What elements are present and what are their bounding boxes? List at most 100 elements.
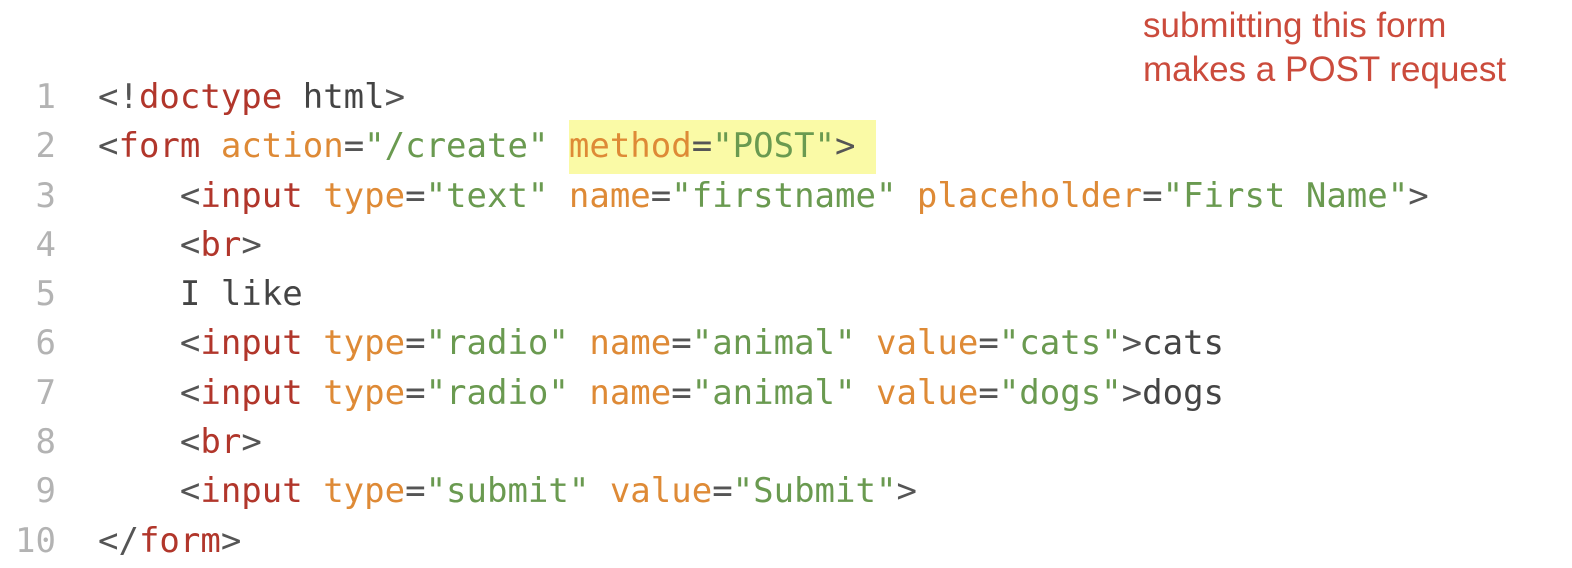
code-token: "firstname" [671,175,897,216]
code-token: "POST" [712,126,836,167]
line-number: 1 [35,77,56,117]
code-token: > [1408,175,1429,216]
code-line: 6 <input type="radio" name="animal" valu… [0,319,1572,368]
code-text: </form> [98,521,241,561]
code-text: <input type="text" name="firstname" plac… [98,176,1429,216]
code-token: > [241,422,262,463]
code-line: 3 <input type="text" name="firstname" pl… [0,172,1572,221]
code-token: placeholder [916,175,1143,216]
code-token: > [835,126,856,167]
code-token: input [200,323,303,364]
code-token: > [220,520,242,561]
code-token: value [609,471,713,512]
code-token: > [241,224,262,265]
line-number: 6 [35,323,56,364]
code-token: input [200,175,303,216]
code-token: = [671,323,692,364]
code-token: < [98,422,201,463]
code-text: <input type="radio" name="animal" value=… [98,323,1224,363]
code-token: form [138,520,221,561]
code-token: = [343,126,365,167]
code-token: "animal" [691,323,856,364]
code-token: = [691,126,713,167]
line-number: 8 [35,422,56,463]
code-text: <br> [98,422,262,462]
code-token: "Submit" [732,471,897,512]
code-text: <form action="/create" method="POST"> [98,120,876,175]
code-token: input [200,372,303,413]
code-token: < [98,224,201,265]
code-line: 7 <input type="radio" name="animal" valu… [0,369,1572,418]
line-number: 3 [35,175,56,216]
code-token: br [200,422,242,463]
line-number: 10 [15,520,56,561]
code-token: < [98,372,201,413]
code-token: "First Name" [1162,175,1409,216]
code-text: <!doctype html> [98,77,405,117]
code-token: < [98,323,201,364]
code-token: value [875,323,979,364]
code-line: 2 <form action="/create" method="POST"> [0,120,1572,175]
code-token: name [589,372,672,413]
code-token: type [323,372,406,413]
code-token: type [323,175,406,216]
code-line: 1 <!doctype html> [0,73,1572,122]
code-token: cats [1142,323,1225,364]
code-text: <input type="radio" name="animal" value=… [98,373,1224,413]
line-number: 2 [35,126,56,167]
annotation-line-1: submitting this form [1143,6,1447,45]
code-token: <! [98,77,139,117]
code-token: < [98,471,201,512]
code-token: type [323,323,406,364]
line-number: 7 [35,372,56,413]
code-token: "radio" [425,323,569,364]
code-token: dogs [1142,372,1225,413]
code-token: "dogs" [998,372,1122,413]
code-token: < [98,126,119,167]
code-text: <br> [98,225,262,265]
line-number: 4 [35,224,56,265]
code-token: form [118,126,201,167]
code-token: "animal" [691,372,856,413]
code-token: = [405,372,426,413]
code-line: 4 <br> [0,221,1572,270]
code-text: <input type="submit" value="Submit"> [98,471,917,511]
highlight-method-post: method="POST"> [568,120,876,175]
code-token: input [200,471,303,512]
code-block: 1 <!doctype html> 2 <form action="/create" … [0,73,1572,566]
code-token: br [200,224,242,265]
line-number: 9 [35,471,56,512]
code-token: method [568,126,692,167]
code-token: "/create" [364,126,549,167]
code-token: "radio" [425,372,569,413]
code-token: = [1142,175,1163,216]
code-token: < [98,175,201,216]
code-text: I like [98,274,303,314]
code-token: type [323,471,406,512]
code-token: = [978,323,999,364]
code-token: = [650,175,672,216]
code-token: = [712,471,733,512]
code-token: > [1121,323,1143,364]
code-token: value [875,372,979,413]
code-token: action [220,126,344,167]
code-token: = [671,372,692,413]
code-token: > [896,471,917,512]
code-token: name [589,323,672,364]
code-token: "submit" [425,471,590,512]
code-line: 5 I like [0,270,1572,319]
code-line: 10 </form> [0,517,1572,566]
code-token: "cats" [998,323,1122,364]
code-token: = [405,323,426,364]
code-token: "text" [425,175,549,216]
